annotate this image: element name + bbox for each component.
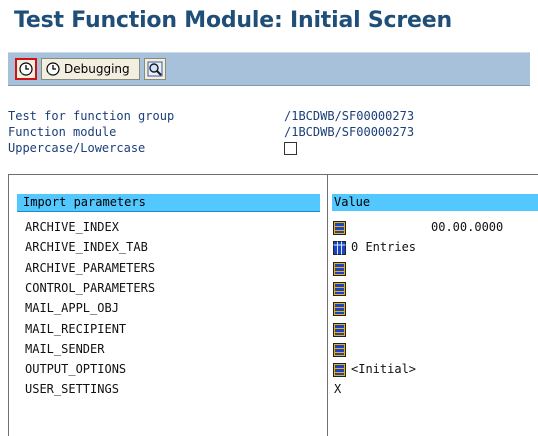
content-area: Test for function group /1BCDWB/SF000002… xyxy=(0,88,538,436)
application-toolbar: Debugging xyxy=(8,52,530,86)
column-divider xyxy=(327,175,328,436)
value-text: X xyxy=(334,382,342,396)
value-cell[interactable]: X xyxy=(333,381,538,397)
parameter-name: ARCHIVE_INDEX xyxy=(25,220,119,234)
function-group-label: Test for function group xyxy=(8,109,175,123)
structure-icon[interactable] xyxy=(333,281,346,296)
finder-button[interactable] xyxy=(144,58,166,80)
value-cell[interactable] xyxy=(333,341,538,357)
function-group-value: /1BCDWB/SF00000273 xyxy=(284,109,415,123)
value-text: <Initial> xyxy=(351,362,417,376)
value-cell[interactable] xyxy=(333,260,538,276)
header-value: Value xyxy=(332,194,538,211)
value-cell[interactable] xyxy=(333,280,538,296)
function-module-value: /1BCDWB/SF00000273 xyxy=(284,125,415,139)
debugging-clock-icon xyxy=(46,62,60,76)
parameter-name: MAIL_SENDER xyxy=(25,342,105,356)
structure-icon[interactable] xyxy=(333,362,346,377)
parameter-name: OUTPUT_OPTIONS xyxy=(25,362,127,376)
debugging-label: Debugging xyxy=(64,62,130,76)
parameter-name: ARCHIVE_INDEX_TAB xyxy=(25,240,148,254)
execute-clock-icon xyxy=(19,62,33,76)
value-cell[interactable]: <Initial> xyxy=(333,361,538,377)
magnifier-icon xyxy=(147,61,163,77)
structure-icon[interactable] xyxy=(333,322,346,337)
header-import-parameters: Import parameters xyxy=(17,194,320,212)
value-text: 00.00.0000 xyxy=(431,220,504,234)
value-cell[interactable] xyxy=(333,321,538,337)
structure-icon[interactable] xyxy=(333,301,346,316)
parameter-name: MAIL_RECIPIENT xyxy=(25,322,127,336)
structure-icon[interactable] xyxy=(333,342,346,357)
structure-icon[interactable] xyxy=(333,261,346,276)
case-label: Uppercase/Lowercase xyxy=(8,141,146,155)
page-title: Test Function Module: Initial Screen xyxy=(14,8,452,33)
function-module-label: Function module xyxy=(8,125,117,139)
parameter-name: ARCHIVE_PARAMETERS xyxy=(25,261,156,275)
debugging-button[interactable]: Debugging xyxy=(41,58,140,80)
parameter-name: CONTROL_PARAMETERS xyxy=(25,281,156,295)
table-icon[interactable] xyxy=(333,240,346,255)
title-bar: Test Function Module: Initial Screen xyxy=(0,0,538,46)
case-checkbox[interactable] xyxy=(284,142,297,155)
structure-icon[interactable] xyxy=(333,220,346,235)
value-text: 0 Entries xyxy=(351,240,417,254)
value-cell[interactable]: 00.00.0000 xyxy=(333,219,538,235)
value-cell[interactable]: 0 Entries xyxy=(333,239,538,255)
execute-button[interactable] xyxy=(15,58,37,80)
parameter-name: USER_SETTINGS xyxy=(25,382,119,396)
parameter-table: Import parameters Value ARCHIVE_INDEX 00.… xyxy=(8,174,538,436)
parameter-name: MAIL_APPL_OBJ xyxy=(25,301,119,315)
value-cell[interactable] xyxy=(333,300,538,316)
